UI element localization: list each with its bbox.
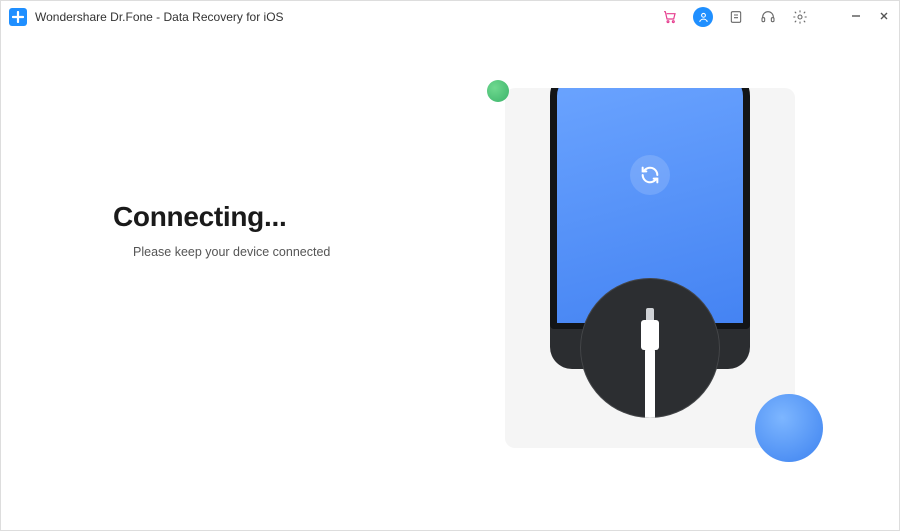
window-close-icon[interactable] <box>877 9 891 25</box>
window-minimize-icon[interactable] <box>849 9 863 25</box>
accent-dot-blue <box>755 394 823 462</box>
titlebar-right <box>661 7 891 27</box>
status-title: Connecting... <box>113 201 330 233</box>
status-subtitle: Please keep your device connected <box>133 245 330 259</box>
connector-ring <box>580 278 720 418</box>
device-illustration <box>505 88 795 448</box>
settings-gear-icon[interactable] <box>791 8 809 26</box>
cable-plug <box>641 320 659 350</box>
app-title: Wondershare Dr.Fone - Data Recovery for … <box>35 10 284 24</box>
cart-icon[interactable] <box>661 8 679 26</box>
titlebar: Wondershare Dr.Fone - Data Recovery for … <box>1 1 899 33</box>
titlebar-left: Wondershare Dr.Fone - Data Recovery for … <box>9 8 284 26</box>
support-headset-icon[interactable] <box>759 8 777 26</box>
app-window: Wondershare Dr.Fone - Data Recovery for … <box>0 0 900 531</box>
illustration-pane <box>405 33 899 530</box>
content-area: Connecting... Please keep your device co… <box>1 33 899 530</box>
user-icon[interactable] <box>693 7 713 27</box>
status-block: Connecting... Please keep your device co… <box>113 201 330 259</box>
status-pane: Connecting... Please keep your device co… <box>1 33 405 530</box>
app-logo-icon <box>9 8 27 26</box>
cable-body <box>645 348 655 418</box>
cable-tip <box>646 308 654 320</box>
accent-dot-green <box>487 80 509 102</box>
sync-icon <box>630 155 670 195</box>
feedback-icon[interactable] <box>727 8 745 26</box>
